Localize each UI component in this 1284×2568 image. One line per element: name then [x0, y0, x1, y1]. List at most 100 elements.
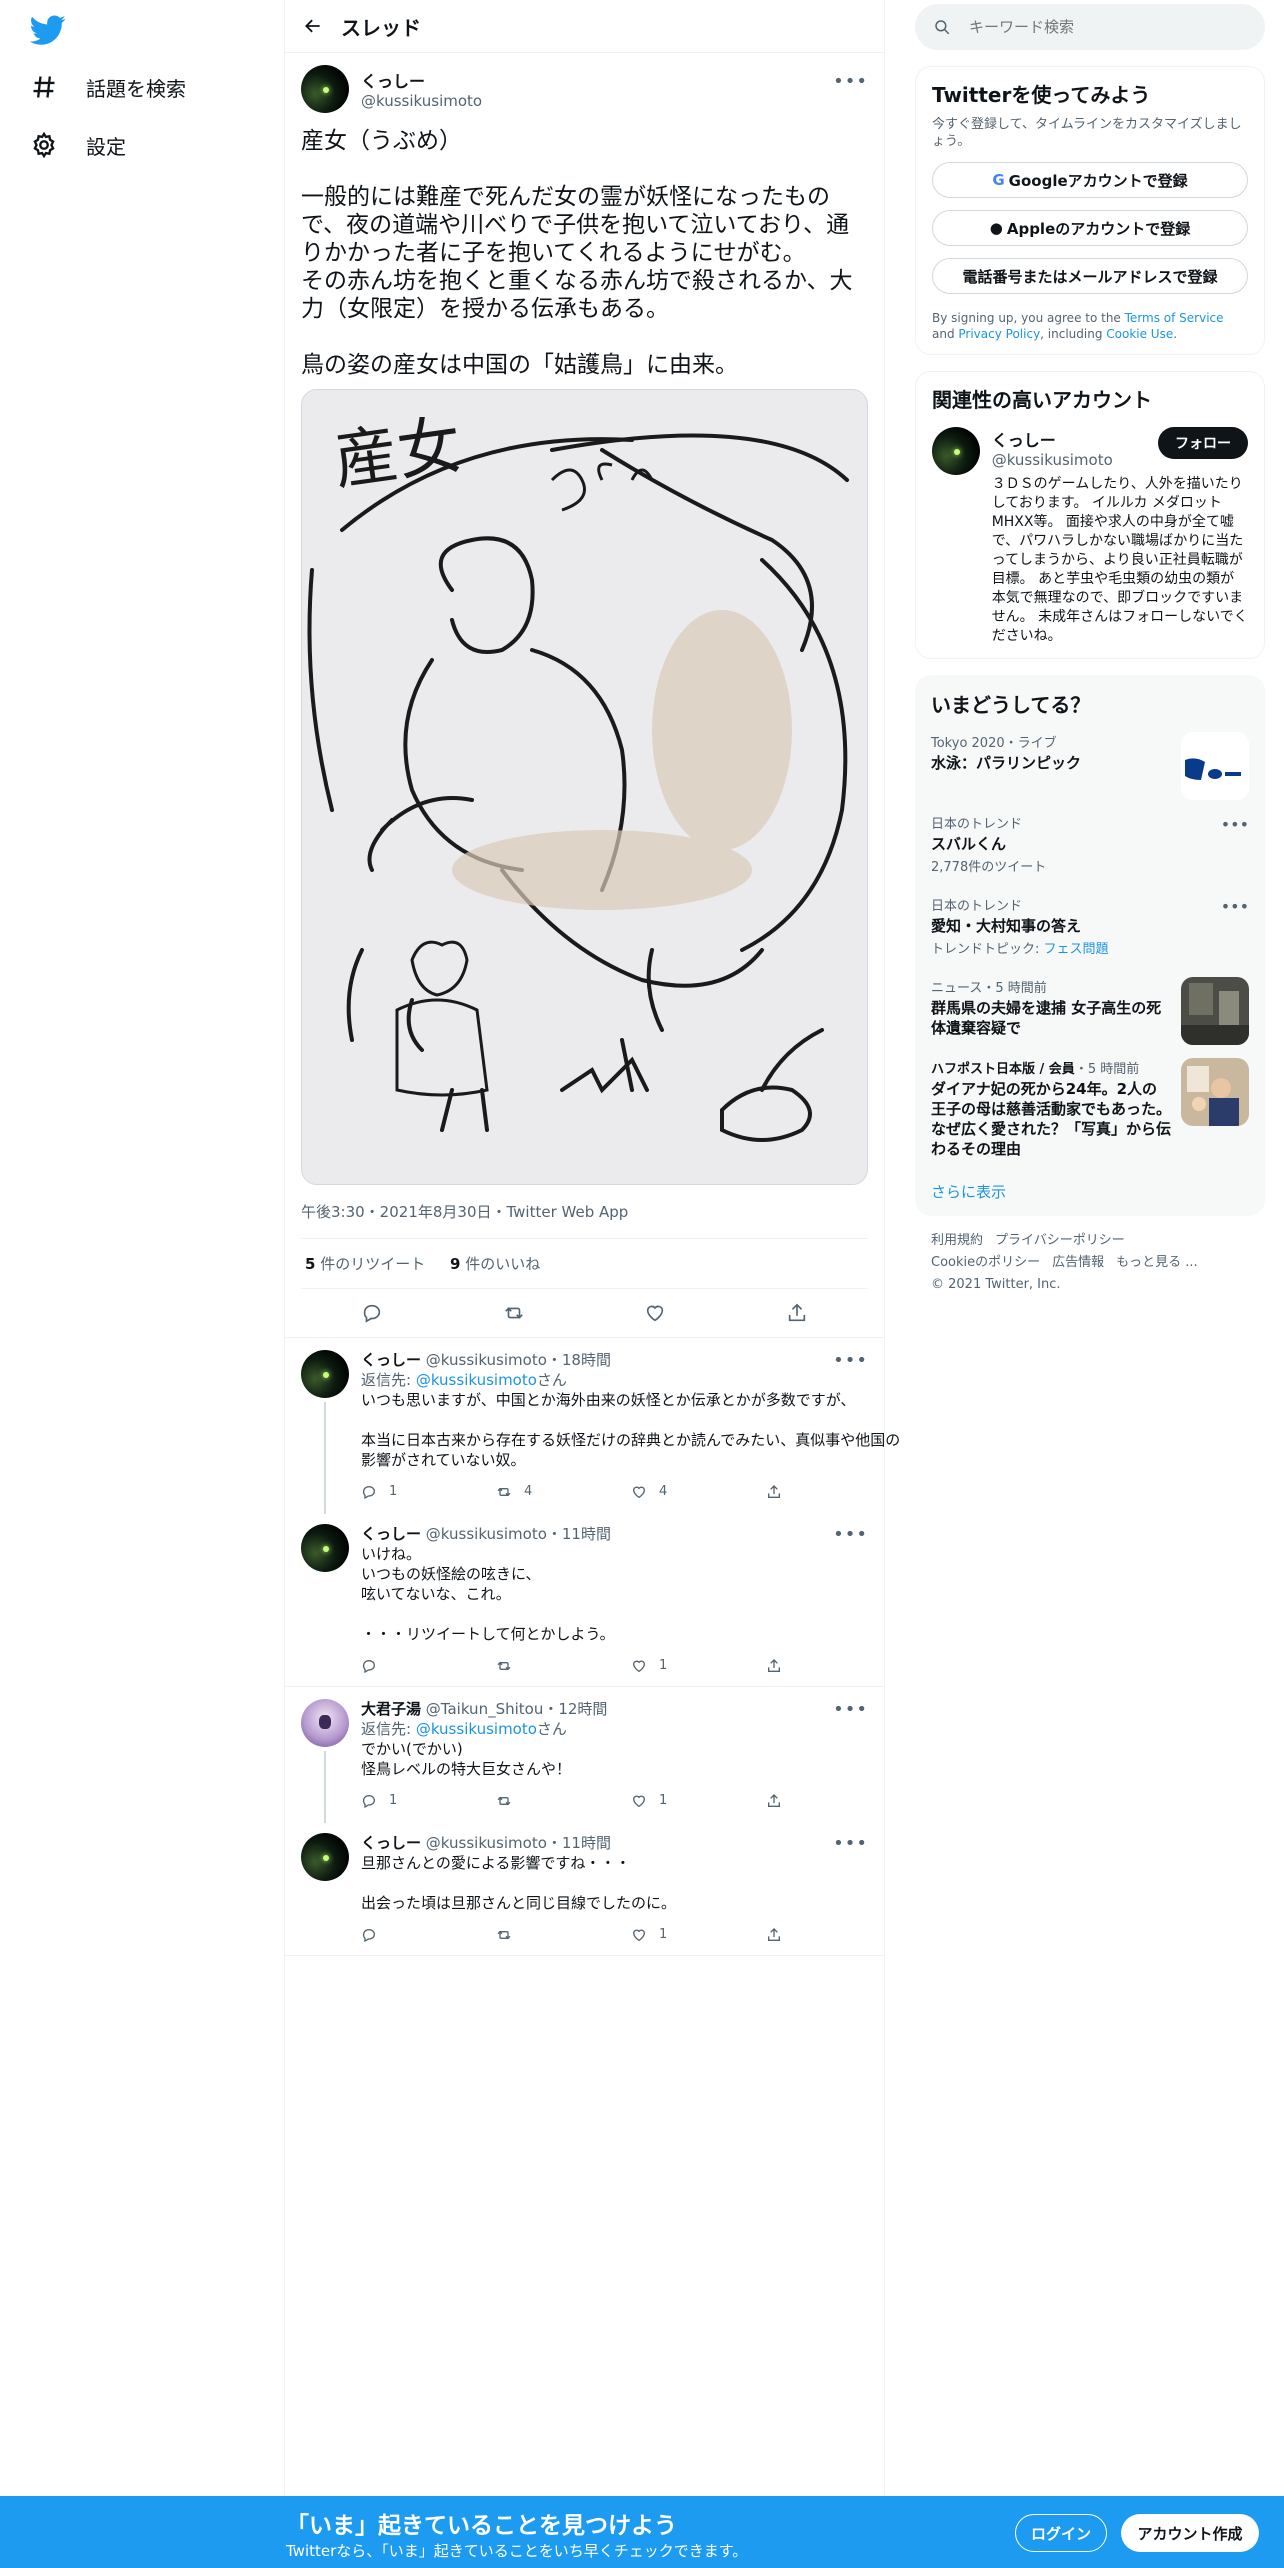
share-button[interactable]	[766, 1658, 901, 1674]
trend-item[interactable]: 日本のトレンド 愛知・大村知事の答え トレンドトピック: フェス問題 •••	[915, 885, 1265, 967]
apple-icon: ●	[989, 219, 1003, 237]
footer-link[interactable]: プライバシーポリシー	[995, 1233, 1125, 1248]
retweet-button[interactable]: 4	[496, 1482, 631, 1502]
footer-link[interactable]: Cookieのポリシー	[931, 1255, 1040, 1270]
trend-topic-link[interactable]: フェス問題	[1044, 942, 1109, 957]
like-button[interactable]: 1	[631, 1791, 766, 1811]
more-options-icon[interactable]: •••	[1221, 897, 1249, 916]
reply-to-link[interactable]: @kussikusimoto	[416, 1371, 537, 1389]
terms-link[interactable]: Terms of Service	[1125, 311, 1224, 325]
avatar[interactable]	[301, 1833, 349, 1881]
retweets-stat[interactable]: 5 件のリツイート	[305, 1255, 425, 1273]
tweet-text: 産女（うぶめ） 一般的には難産で死んだ女の霊が妖怪になったもので、夜の道端や川べ…	[301, 128, 853, 378]
like-count: 1	[659, 1927, 668, 1942]
tweet-time[interactable]: ・11時間	[547, 1525, 611, 1543]
like-button[interactable]: 1	[631, 1925, 766, 1945]
reply-button[interactable]: 1	[361, 1791, 496, 1811]
google-signup-button[interactable]: G Googleアカウントで登録	[932, 162, 1248, 198]
trends-card: いまどうしてる？ Tokyo 2020・ライブ 水泳：パラリンピック 日本のトレ…	[915, 675, 1265, 1216]
more-options-icon[interactable]: •••	[833, 1524, 868, 1545]
reply-tweet[interactable]: くっしー @kussikusimoto・11時間 旦那さんとの愛による影響ですね…	[285, 1821, 884, 1955]
likes-stat[interactable]: 9 件のいいね	[450, 1255, 540, 1273]
news-source: ハフポスト日本版 / 会員	[931, 1062, 1075, 1077]
trend-item[interactable]: ハフポスト日本版 / 会員・5 時間前 ダイアナ妃の死から24年。2人の王子の母…	[915, 1048, 1265, 1169]
reply-button[interactable]	[361, 1658, 496, 1674]
footer-link[interactable]: 利用規約	[931, 1233, 983, 1248]
avatar[interactable]	[301, 1350, 349, 1398]
reply-button[interactable]	[352, 1302, 392, 1324]
reply-tweet[interactable]: くっしー @kussikusimoto・11時間 いけね。 いつもの妖怪絵の呟き…	[285, 1512, 884, 1686]
search-input[interactable]	[969, 18, 1219, 36]
more-options-icon[interactable]: •••	[833, 1350, 868, 1371]
account-item[interactable]: くっしー @kussikusimoto ３ＤＳのゲームしたり、人外を描いたりして…	[932, 427, 1248, 646]
trend-thumbnail	[1181, 732, 1249, 800]
reply-button[interactable]	[361, 1927, 496, 1943]
share-button[interactable]	[777, 1302, 817, 1324]
trends-title: いまどうしてる？	[931, 693, 1091, 717]
more-options-icon[interactable]: •••	[833, 71, 868, 92]
right-sidebar: Twitterを使ってみよう 今すぐ登録して、タイムラインをカスタマイズしましょ…	[915, 0, 1265, 1296]
tweet-time[interactable]: ・12時間	[543, 1700, 607, 1718]
retweet-button[interactable]	[496, 1927, 631, 1943]
trend-topic: トレンドトピック: フェス問題	[931, 938, 1249, 957]
back-button[interactable]	[285, 16, 341, 36]
twitter-bird-icon[interactable]	[29, 12, 66, 48]
like-count: 9	[450, 1255, 461, 1273]
display-name[interactable]: くっしー	[361, 68, 482, 92]
tweet-timestamp[interactable]: 午後3:30・2021年8月30日・Twitter Web App	[301, 1201, 868, 1239]
privacy-link[interactable]: Privacy Policy	[958, 327, 1040, 341]
user-handle[interactable]: @kussikusimoto	[361, 92, 482, 110]
more-options-icon[interactable]: •••	[1221, 815, 1249, 834]
like-button[interactable]: 4	[631, 1482, 766, 1502]
avatar[interactable]	[301, 65, 349, 113]
display-name[interactable]: くっしー	[361, 1834, 421, 1852]
share-icon	[768, 1485, 780, 1498]
user-handle[interactable]: @kussikusimoto	[426, 1351, 547, 1369]
tweet-image[interactable]: 産女	[301, 389, 868, 1185]
cookie-link[interactable]: Cookie Use	[1106, 327, 1173, 341]
phone-email-signup-button[interactable]: 電話番号またはメールアドレスで登録	[932, 258, 1248, 294]
signup-button[interactable]: アカウント作成	[1121, 2514, 1259, 2552]
reply-button[interactable]: 1	[361, 1482, 496, 1502]
heart-icon	[632, 1929, 646, 1942]
user-handle[interactable]: @kussikusimoto	[426, 1525, 547, 1543]
apple-signup-button[interactable]: ● Appleのアカウントで登録	[932, 210, 1248, 246]
tweet-time[interactable]: ・11時間	[547, 1834, 611, 1852]
reply-to-link[interactable]: @kussikusimoto	[416, 1720, 537, 1738]
nav-explore[interactable]: 話題を検索	[30, 62, 186, 112]
avatar[interactable]	[301, 1699, 349, 1747]
trend-name: 愛知・大村知事の答え	[931, 917, 1082, 935]
share-button[interactable]	[766, 1927, 901, 1943]
retweet-button[interactable]	[496, 1793, 631, 1809]
user-handle[interactable]: @Taikun_Shitou	[426, 1700, 544, 1718]
display-name[interactable]: くっしー	[361, 1351, 421, 1369]
nav-settings[interactable]: 設定	[30, 120, 126, 170]
more-options-icon[interactable]: •••	[833, 1699, 868, 1720]
retweet-button[interactable]	[496, 1658, 631, 1674]
more-options-icon[interactable]: •••	[833, 1833, 868, 1854]
share-button[interactable]	[766, 1793, 901, 1809]
search-box[interactable]	[915, 4, 1265, 50]
retweet-button[interactable]	[494, 1302, 534, 1324]
trend-item[interactable]: 日本のトレンド スバルくん 2,778件のツイート •••	[915, 803, 1265, 885]
avatar[interactable]	[301, 1524, 349, 1572]
like-button[interactable]	[635, 1302, 675, 1324]
reply-tweet[interactable]: 大君子湯 @Taikun_Shitou・12時間 返信先: @kussikusi…	[285, 1687, 884, 1823]
like-button[interactable]: 1	[631, 1656, 766, 1676]
follow-button[interactable]: フォロー	[1158, 427, 1248, 459]
user-handle[interactable]: @kussikusimoto	[426, 1834, 547, 1852]
tweet-time[interactable]: ・18時間	[547, 1351, 611, 1369]
display-name[interactable]: 大君子湯	[361, 1700, 421, 1718]
login-button[interactable]: ログイン	[1015, 2514, 1107, 2552]
trend-thumbnail	[1181, 1058, 1249, 1126]
reply-tweet[interactable]: くっしー @kussikusimoto・18時間 返信先: @kussikusi…	[285, 1338, 900, 1514]
footer-link[interactable]: もっと見る ...	[1116, 1255, 1198, 1270]
trend-item[interactable]: Tokyo 2020・ライブ 水泳：パラリンピック	[915, 722, 1265, 803]
avatar[interactable]	[932, 427, 980, 475]
footer-link[interactable]: 広告情報	[1052, 1255, 1104, 1270]
display-name[interactable]: くっしー	[361, 1525, 421, 1543]
trend-item[interactable]: ニュース・5 時間前 群馬県の夫婦を逮捕 女子高生の死体遺棄容疑で	[915, 967, 1265, 1048]
share-button[interactable]	[766, 1484, 901, 1500]
show-more-link[interactable]: さらに表示	[915, 1169, 1265, 1206]
signup-subtitle: 今すぐ登録して、タイムラインをカスタマイズしましょう。	[932, 117, 1242, 149]
